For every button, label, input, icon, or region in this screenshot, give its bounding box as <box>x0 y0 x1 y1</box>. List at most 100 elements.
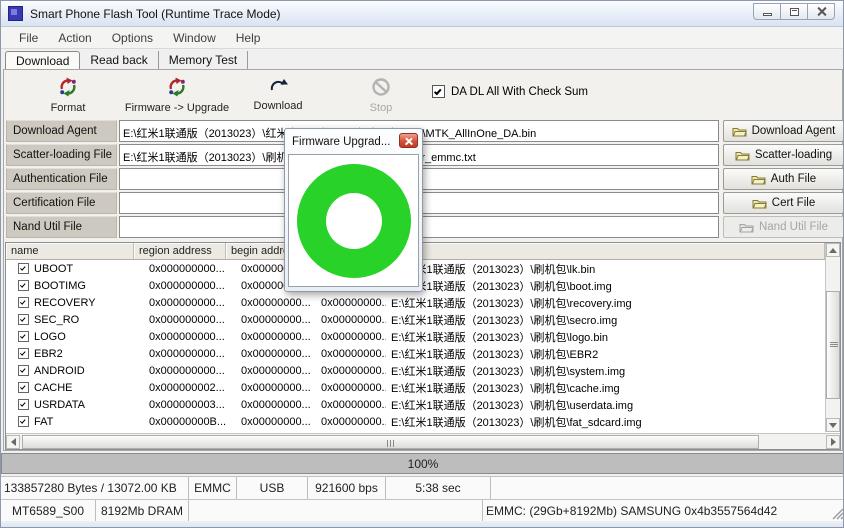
cell-region: 0x000000000... <box>144 365 236 377</box>
row-checkbox[interactable] <box>18 263 29 274</box>
status-bar-bottom: MT6589_S00 8192Mb DRAM EMMC: (29Gb+8192M… <box>1 499 844 522</box>
row-checkbox[interactable] <box>18 382 29 393</box>
row-checkbox[interactable] <box>18 416 29 427</box>
cell-path: E:\红米1联通版（2013023）\刷机包\cache.img <box>386 380 825 396</box>
row-checkbox[interactable] <box>18 280 29 291</box>
dialog-close-button[interactable] <box>399 133 418 148</box>
app-icon <box>8 6 23 21</box>
scroll-left-button[interactable] <box>6 435 20 449</box>
table-row[interactable]: FAT 0x00000000B... 0x00000000... 0x00000… <box>6 413 825 430</box>
menu-file[interactable]: File <box>9 29 48 47</box>
check-icon <box>20 265 26 271</box>
auth-browse-button[interactable]: Auth File <box>723 168 844 190</box>
table-row[interactable]: EBR2 0x000000000... 0x00000000... 0x0000… <box>6 345 825 362</box>
horizontal-scroll-thumb[interactable] <box>22 435 759 449</box>
thumb-grip-icon <box>830 342 838 348</box>
check-icon <box>20 367 26 373</box>
folder-icon <box>739 222 754 233</box>
cell-name: BOOTIMG <box>34 280 144 292</box>
menu-help[interactable]: Help <box>226 29 271 47</box>
browse-button-label: Scatter-loading <box>755 149 832 161</box>
status-ring-icon <box>297 164 411 278</box>
row-checkbox[interactable] <box>18 348 29 359</box>
checksum-checkbox[interactable] <box>432 85 445 98</box>
table-row[interactable]: USRDATA 0x000000003... 0x00000000... 0x0… <box>6 396 825 413</box>
menu-action[interactable]: Action <box>48 29 101 47</box>
menu-options[interactable]: Options <box>102 29 163 47</box>
cell-begin: 0x00000000... <box>236 382 316 394</box>
status-bytes: 133857280 Bytes / 13072.00 KB <box>1 477 189 499</box>
row-checkbox[interactable] <box>18 399 29 410</box>
row-checkbox[interactable] <box>18 297 29 308</box>
scroll-down-button[interactable] <box>826 418 840 432</box>
close-icon <box>816 6 827 17</box>
vertical-scroll-thumb[interactable] <box>826 291 840 399</box>
cell-region: 0x00000000B... <box>144 416 236 428</box>
folder-icon <box>735 150 750 161</box>
partition-table: name region address begin address UBOOT … <box>5 242 841 450</box>
check-icon <box>20 299 26 305</box>
format-button[interactable]: Format <box>32 77 104 114</box>
scatter-browse-button[interactable]: Scatter-loading <box>723 144 844 166</box>
status-spacer <box>189 500 483 522</box>
menu-window[interactable]: Window <box>163 29 226 47</box>
check-icon <box>20 418 26 424</box>
download-agent-browse-button[interactable]: Download Agent <box>723 120 844 142</box>
browse-button-label: Nand Util File <box>759 221 828 233</box>
minimize-icon <box>763 13 772 16</box>
close-button[interactable] <box>807 3 835 20</box>
table-row[interactable]: ANDROID 0x000000000... 0x00000000... 0x0… <box>6 362 825 379</box>
auth-file-label: Authentication File <box>6 168 117 190</box>
cert-browse-button[interactable]: Cert File <box>723 192 844 214</box>
title-bar: Smart Phone Flash Tool (Runtime Trace Mo… <box>1 1 844 27</box>
check-icon <box>434 87 442 95</box>
vertical-scrollbar[interactable] <box>825 243 840 432</box>
cell-end: 0x00000000... <box>316 365 386 377</box>
scatter-file-label: Scatter-loading File <box>6 144 117 166</box>
check-icon <box>20 316 26 322</box>
cell-end: 0x00000000... <box>316 416 386 428</box>
cell-path: E:\红米1联通版（2013023）\刷机包\EBR2 <box>386 346 825 362</box>
arrow-left-icon <box>11 438 16 446</box>
cell-begin: 0x00000000... <box>236 314 316 326</box>
nand-util-label: Nand Util File <box>6 216 117 238</box>
download-tab-page: Format Firmware -> Upgrade Download <box>3 69 843 451</box>
scroll-right-button[interactable] <box>826 435 840 449</box>
horizontal-scrollbar[interactable] <box>6 433 840 449</box>
cell-name: SEC_RO <box>34 314 144 326</box>
table-row[interactable]: LOGO 0x000000000... 0x00000000... 0x0000… <box>6 328 825 345</box>
cell-path: E:\红米1联通版（2013023）\刷机包\fat_sdcard.img <box>386 414 825 430</box>
tab-read-back[interactable]: Read back <box>80 51 158 70</box>
checksum-option[interactable]: DA DL All With Check Sum <box>432 85 588 98</box>
cell-path: E:\红米1联通版（2013023）\刷机包\userdata.img <box>386 397 825 413</box>
status-port: USB <box>237 477 308 499</box>
row-checkbox[interactable] <box>18 365 29 376</box>
header-location[interactable] <box>376 243 825 259</box>
download-agent-label: Download Agent <box>6 120 117 142</box>
row-checkbox[interactable] <box>18 314 29 325</box>
cell-end: 0x00000000... <box>316 348 386 360</box>
table-row[interactable]: CACHE 0x000000002... 0x00000000... 0x000… <box>6 379 825 396</box>
tab-download[interactable]: Download <box>5 51 80 71</box>
cell-begin: 0x00000000... <box>236 416 316 428</box>
cell-end: 0x00000000... <box>316 331 386 343</box>
menu-bar: File Action Options Window Help <box>1 27 844 49</box>
download-button[interactable]: Download <box>242 77 314 112</box>
stop-button: Stop <box>350 77 412 114</box>
tab-memory-test[interactable]: Memory Test <box>159 51 248 70</box>
cell-end: 0x00000000... <box>316 297 386 309</box>
header-name[interactable]: name <box>6 243 134 259</box>
cell-begin: 0x00000000... <box>236 399 316 411</box>
status-storage-type: EMMC <box>189 477 237 499</box>
cell-path: E:\红米1联通版（2013023）\刷机包\secro.img <box>386 312 825 328</box>
maximize-button[interactable] <box>780 3 808 20</box>
header-region-address[interactable]: region address <box>134 243 226 259</box>
firmware-upgrade-button[interactable]: Firmware -> Upgrade <box>112 77 242 114</box>
table-row[interactable]: SEC_RO 0x000000000... 0x00000000... 0x00… <box>6 311 825 328</box>
scroll-up-button[interactable] <box>826 243 840 257</box>
table-row[interactable]: RECOVERY 0x000000000... 0x00000000... 0x… <box>6 294 825 311</box>
row-checkbox[interactable] <box>18 331 29 342</box>
minimize-button[interactable] <box>753 3 781 20</box>
thumb-grip-icon <box>387 440 395 447</box>
resize-grip-icon[interactable] <box>830 506 844 520</box>
